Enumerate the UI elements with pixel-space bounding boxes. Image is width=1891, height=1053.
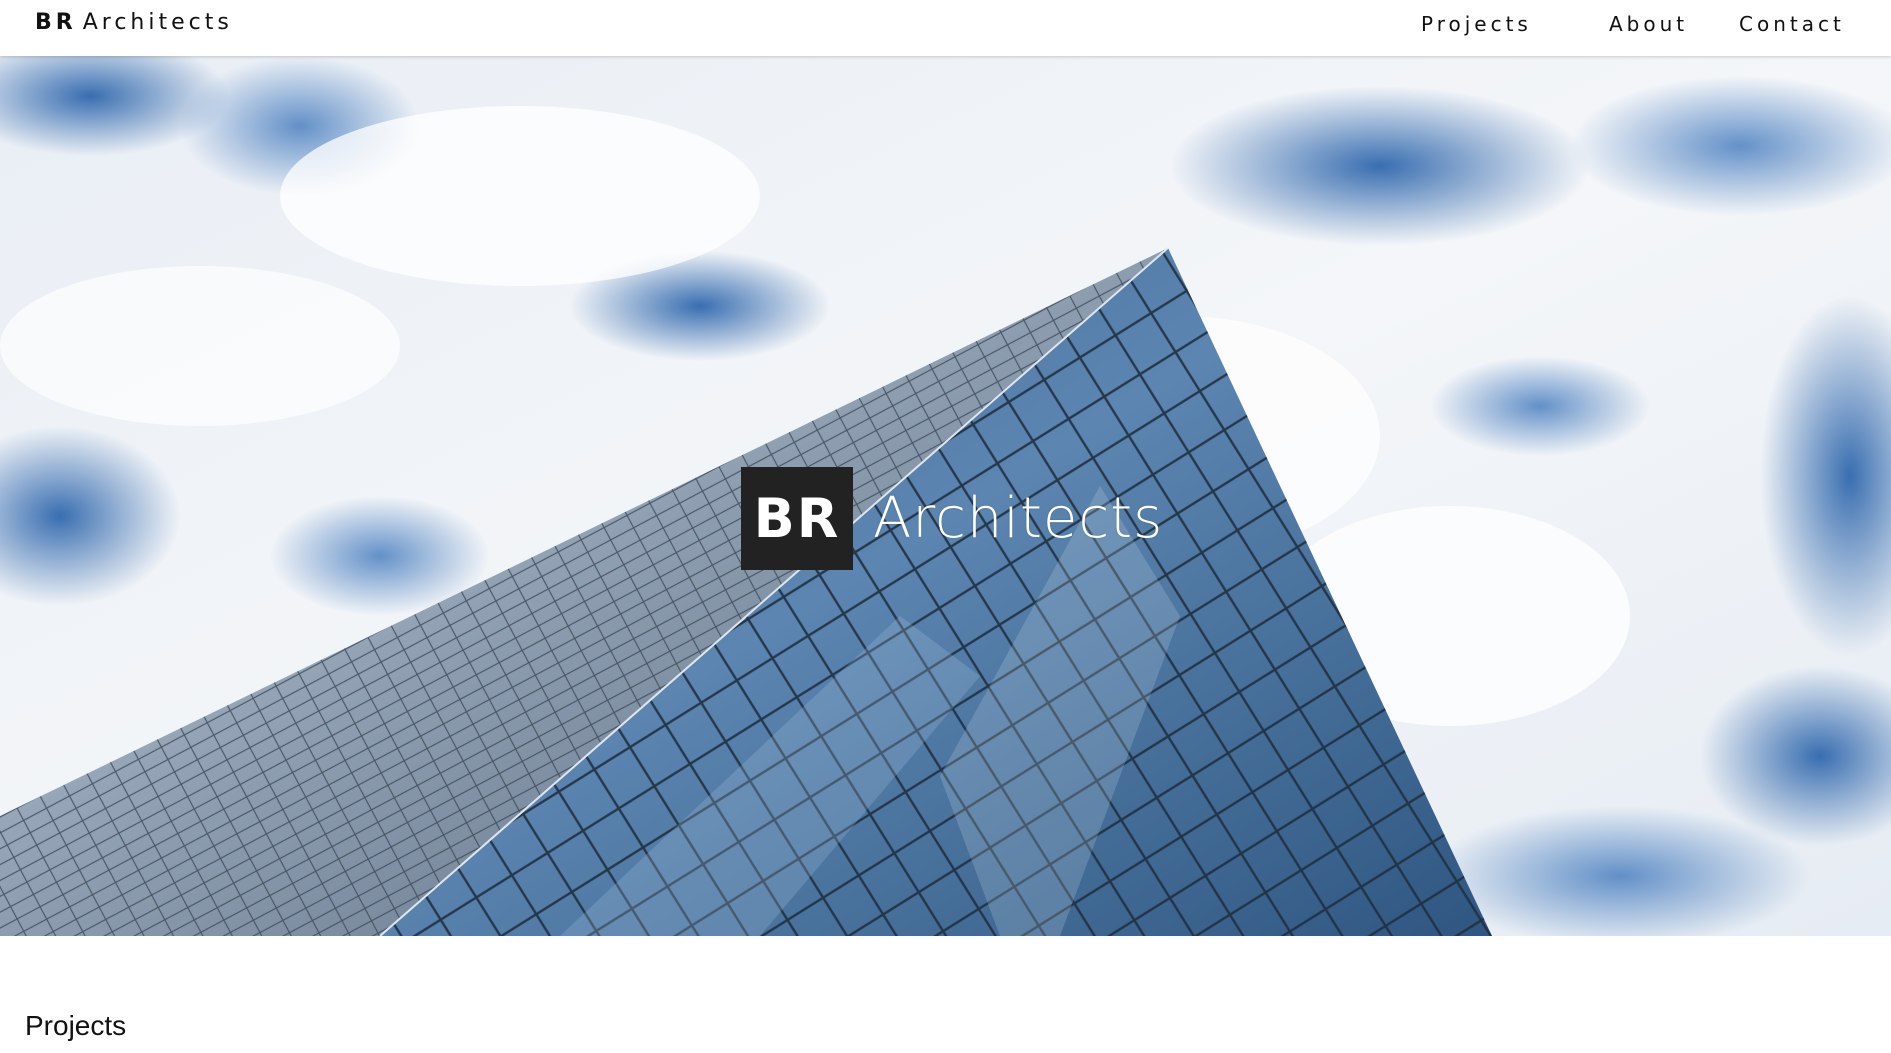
top-navbar: BR Architects Projects About Contact	[0, 0, 1891, 56]
hero-logo: BR Architects	[741, 467, 1163, 570]
brand-name: Architects	[82, 10, 233, 35]
hero-logo-box: BR	[741, 467, 853, 570]
hero-logo-word: Architects	[873, 486, 1164, 551]
nav-link-contact[interactable]: Contact	[1739, 10, 1845, 38]
brand-logo-link[interactable]: BR Architects	[35, 9, 233, 37]
main-nav: Projects About Contact	[1421, 10, 1871, 38]
nav-link-about[interactable]: About	[1609, 10, 1688, 38]
projects-section-title: Projects	[25, 1010, 127, 1041]
hero-banner: BR Architects	[0, 56, 1891, 936]
brand-initials: BR	[35, 10, 77, 35]
nav-link-projects[interactable]: Projects	[1421, 10, 1532, 38]
